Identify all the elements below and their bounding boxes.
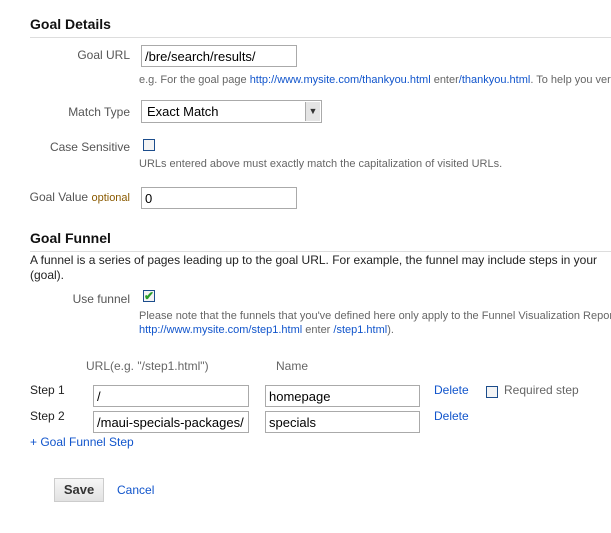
step-name-input[interactable]	[265, 411, 420, 433]
example-path-link[interactable]: /thankyou.html	[459, 74, 531, 86]
funnel-note: Please note that the funnels that you've…	[139, 310, 611, 322]
match-type-select[interactable]: Exact Match ▼	[141, 100, 322, 123]
required-step-checkbox[interactable]	[486, 386, 498, 398]
optional-tag: optional	[91, 192, 130, 204]
step-label: Step 2	[30, 409, 65, 423]
goal-url-input[interactable]	[141, 45, 297, 67]
goal-funnel-heading: Goal Funnel	[30, 230, 111, 246]
case-sensitive-label: Case Sensitive	[49, 140, 130, 154]
funnel-description: A funnel is a series of pages leading up…	[30, 253, 597, 267]
step-label: Step 1	[30, 383, 65, 397]
use-funnel-checkbox[interactable]: ✔	[143, 290, 155, 302]
step-url-link[interactable]: http://www.mysite.com/step1.html	[139, 324, 302, 336]
help-text: ).	[387, 324, 394, 336]
divider	[30, 251, 611, 252]
goal-url-help: e.g. For the goal page http://www.mysite…	[139, 74, 611, 86]
url-column-header: URL(e.g. "/step1.html")	[86, 359, 209, 373]
help-text: e.g. For the goal page	[139, 74, 250, 86]
goal-details-heading: Goal Details	[30, 16, 111, 32]
add-funnel-step-link[interactable]: + Goal Funnel Step	[30, 435, 134, 449]
case-sensitive-help: URLs entered above must exactly match th…	[139, 158, 503, 170]
funnel-note-cont: http://www.mysite.com/step1.html enter /…	[139, 324, 394, 336]
step-name-input[interactable]	[265, 385, 420, 407]
checkmark-icon: ✔	[144, 289, 155, 303]
delete-step-link[interactable]: Delete	[434, 383, 469, 397]
help-text: enter	[430, 74, 459, 86]
funnel-description-cont: (goal).	[30, 268, 65, 282]
match-type-label: Match Type	[68, 105, 130, 119]
goal-value-text: Goal Value	[29, 190, 89, 204]
step-url-input[interactable]	[93, 411, 249, 433]
goal-value-label: Goal Value optional	[30, 190, 130, 204]
match-type-value: Exact Match	[147, 104, 219, 119]
save-button[interactable]: Save	[54, 478, 104, 502]
delete-step-link[interactable]: Delete	[434, 409, 469, 423]
chevron-down-icon[interactable]: ▼	[305, 102, 320, 121]
goal-url-label: Goal URL	[77, 48, 130, 62]
name-column-header: Name	[276, 359, 309, 373]
required-step-label: Required step	[504, 383, 579, 397]
case-sensitive-checkbox[interactable]	[143, 139, 155, 151]
cancel-link[interactable]: Cancel	[117, 483, 154, 497]
divider	[30, 37, 611, 38]
help-text: . To help you veri	[530, 74, 611, 86]
use-funnel-label: Use funnel	[72, 292, 130, 306]
example-url-link[interactable]: http://www.mysite.com/thankyou.html	[250, 74, 431, 86]
step-url-input[interactable]	[93, 385, 249, 407]
step-path-link[interactable]: /step1.html	[333, 324, 387, 336]
goal-value-input[interactable]	[141, 187, 297, 209]
help-text: enter	[302, 324, 334, 336]
